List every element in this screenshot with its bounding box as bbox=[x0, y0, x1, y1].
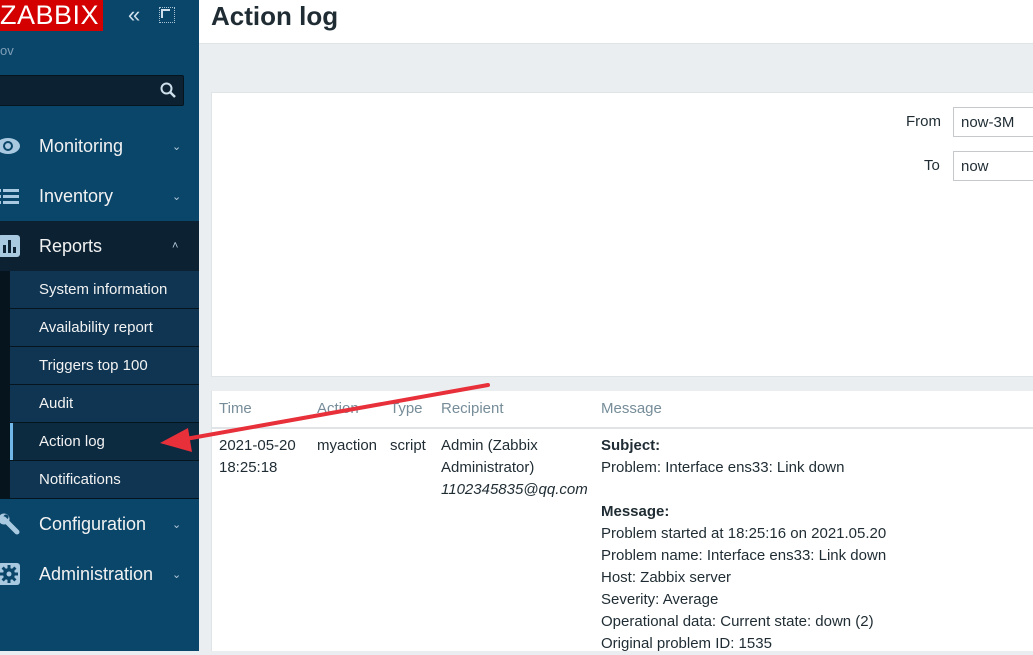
submenu-item-availability-report[interactable]: Availability report bbox=[10, 309, 199, 347]
menu-label: Reports bbox=[39, 235, 103, 256]
message-line: Original problem ID: 1535 bbox=[601, 635, 772, 652]
submenu-item-action-log[interactable]: Action log bbox=[10, 423, 199, 461]
filter-panel: From To bbox=[211, 92, 1033, 377]
to-label: To bbox=[924, 157, 940, 174]
search-icon[interactable] bbox=[160, 82, 176, 98]
message-line: Operational data: Current state: down (2… bbox=[601, 613, 874, 630]
column-header-action[interactable]: Action bbox=[317, 391, 359, 427]
recipient-name: Admin (Zabbix bbox=[441, 437, 538, 454]
menu-label: Administration bbox=[39, 563, 154, 584]
from-label: From bbox=[906, 113, 941, 130]
message-label: Message: bbox=[601, 503, 670, 520]
menu-label: Configuration bbox=[39, 513, 147, 534]
sidebar: ZABBIX « ov Monitoring ⌄ Inventory ⌄ Rep… bbox=[0, 0, 199, 651]
collapse-sidebar-icon[interactable]: « bbox=[128, 4, 140, 26]
header-divider bbox=[212, 427, 1033, 429]
search-input[interactable] bbox=[0, 75, 184, 106]
eye-icon bbox=[0, 135, 22, 157]
page-header: Action log bbox=[199, 0, 1033, 44]
message-line: Severity: Average bbox=[601, 591, 719, 608]
submenu-item-system-information[interactable]: System information bbox=[10, 271, 199, 309]
submenu-item-audit[interactable]: Audit bbox=[10, 385, 199, 423]
server-name: ov bbox=[0, 43, 14, 58]
zabbix-logo[interactable]: ZABBIX bbox=[0, 0, 104, 31]
menu-item-reports[interactable]: Reports ˄ bbox=[0, 221, 199, 271]
time-clock: 18:25:18 bbox=[219, 459, 278, 476]
to-input[interactable] bbox=[953, 151, 1033, 181]
cell-action: myaction bbox=[317, 437, 378, 454]
from-input[interactable] bbox=[953, 107, 1033, 137]
cell-time: 2021-05-20 18:25:18 bbox=[219, 435, 296, 479]
chevron-up-icon: ˄ bbox=[172, 240, 179, 252]
recipient-email: 1102345835@qq.com bbox=[441, 479, 588, 501]
cell-type: script bbox=[390, 437, 426, 454]
gear-icon bbox=[0, 563, 22, 585]
wrench-icon bbox=[0, 513, 22, 535]
message-line: Host: Zabbix server bbox=[601, 569, 732, 586]
filter-tabs-bar bbox=[199, 45, 1033, 92]
subject-label: Subject: bbox=[601, 437, 661, 454]
page-title: Action log bbox=[211, 1, 339, 31]
main-menu: Monitoring ⌄ Inventory ⌄ Reports ˄ Syste… bbox=[0, 121, 199, 599]
subject-text: Problem: Interface ens33: Link down bbox=[601, 459, 845, 476]
menu-item-administration[interactable]: Administration ⌄ bbox=[0, 549, 199, 599]
submenu-item-notifications[interactable]: Notifications bbox=[10, 461, 199, 499]
list-icon bbox=[0, 185, 22, 207]
menu-item-configuration[interactable]: Configuration ⌄ bbox=[0, 499, 199, 549]
time-date: 2021-05-20 bbox=[219, 437, 296, 454]
recipient-email-text: 1102345835@qq.com bbox=[441, 481, 588, 498]
chevron-down-icon: ⌄ bbox=[172, 140, 182, 153]
chevron-down-icon: ⌄ bbox=[172, 190, 182, 203]
submenu-item-triggers-top-100[interactable]: Triggers top 100 bbox=[10, 347, 199, 385]
menu-label: Monitoring bbox=[39, 135, 124, 156]
kiosk-mode-icon[interactable] bbox=[159, 7, 175, 23]
main-content: Action log From To Time Action Type Reci… bbox=[199, 0, 1033, 652]
message-line: Problem started at 18:25:16 on 2021.05.2… bbox=[601, 525, 887, 542]
bar-chart-icon bbox=[0, 235, 22, 257]
chevron-down-icon: ⌄ bbox=[172, 518, 182, 531]
column-header-time[interactable]: Time bbox=[219, 391, 252, 427]
menu-item-monitoring[interactable]: Monitoring ⌄ bbox=[0, 121, 199, 171]
reports-submenu: System information Availability report T… bbox=[0, 271, 199, 499]
column-header-message[interactable]: Message bbox=[601, 391, 662, 427]
menu-item-inventory[interactable]: Inventory ⌄ bbox=[0, 171, 199, 221]
column-header-recipient[interactable]: Recipient bbox=[441, 391, 504, 427]
cell-message: Subject: Problem: Interface ens33: Link … bbox=[601, 435, 1021, 655]
action-log-table: Time Action Type Recipient Message 2021-… bbox=[211, 391, 1033, 652]
message-line: Problem name: Interface ens33: Link down bbox=[601, 547, 887, 564]
cell-recipient: Admin (Zabbix Administrator) 1102345835@… bbox=[441, 435, 588, 501]
recipient-name-cont: Administrator) bbox=[441, 459, 535, 476]
chevron-down-icon: ⌄ bbox=[172, 568, 182, 581]
column-header-type[interactable]: Type bbox=[390, 391, 423, 427]
menu-label: Inventory bbox=[39, 185, 114, 206]
